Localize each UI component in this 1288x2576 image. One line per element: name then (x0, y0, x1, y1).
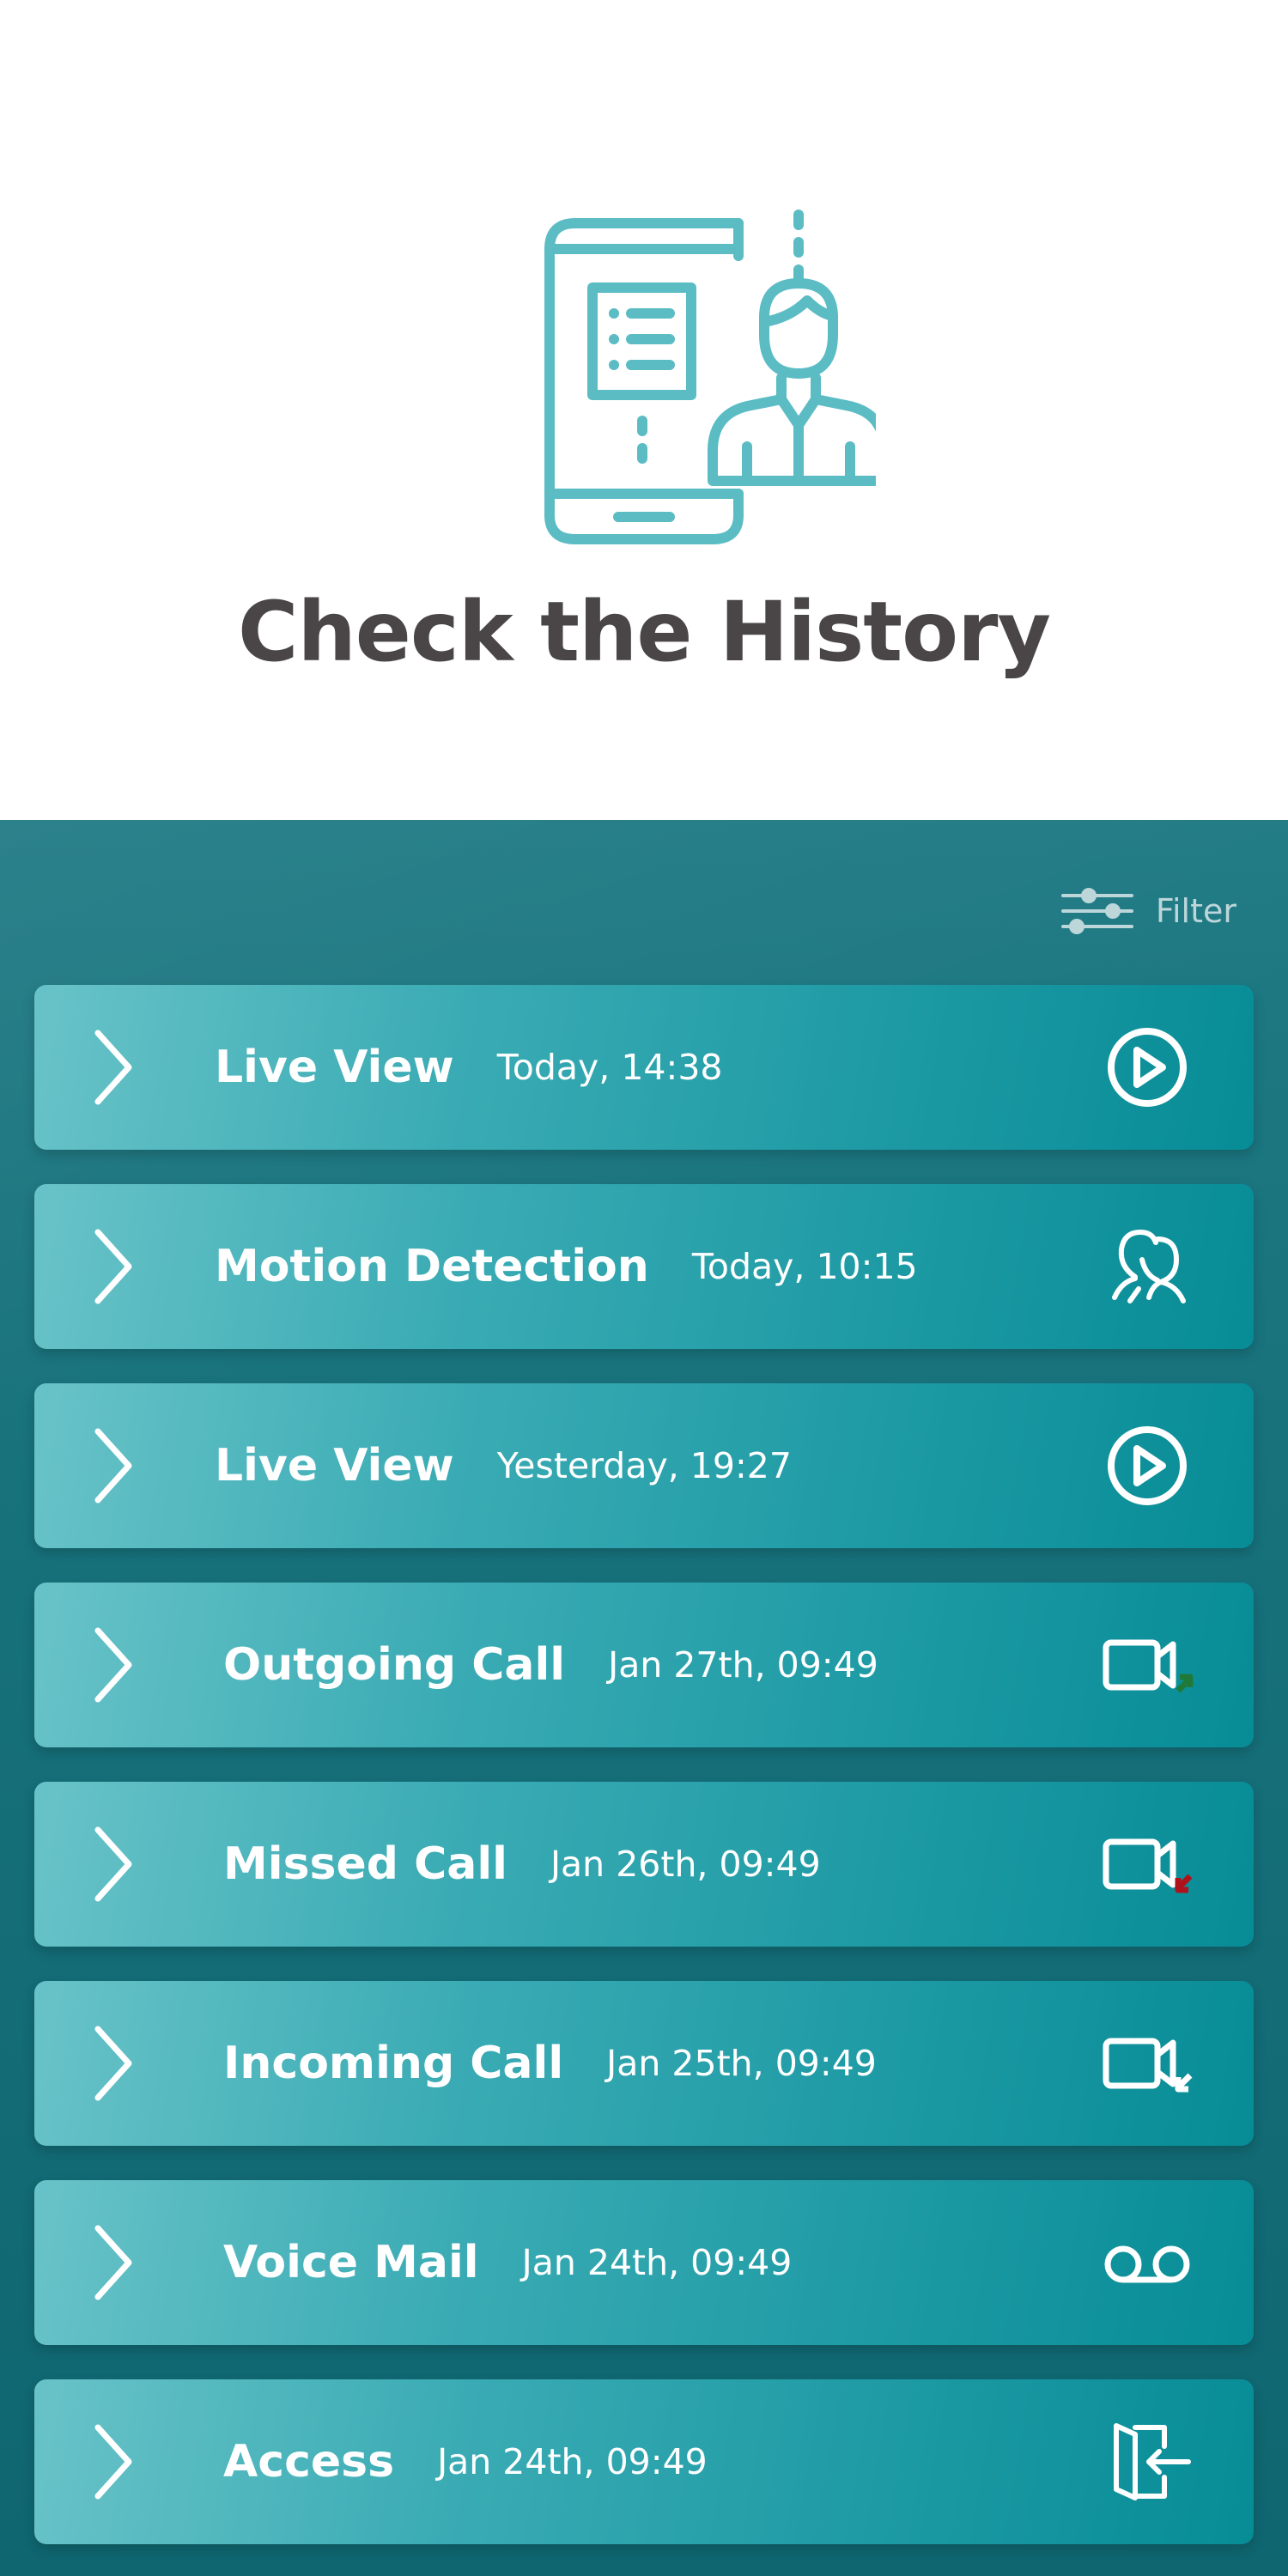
history-item-title: Motion Detection (215, 1241, 649, 1292)
chevron-right-icon (94, 1627, 132, 1703)
history-item-title: Outgoing Call (223, 1639, 566, 1691)
history-item-title: Incoming Call (223, 2038, 564, 2089)
filter-button[interactable]: Filter (1060, 885, 1236, 937)
chevron-right-icon (94, 2424, 132, 2500)
video-call-missed-icon (1103, 1838, 1193, 1893)
video-call-outgoing-icon (1103, 1639, 1194, 1693)
history-item-title: Missed Call (223, 1838, 507, 1890)
door-enter-icon (1114, 2423, 1191, 2500)
sliders-icon (1060, 888, 1133, 934)
history-item-title: Live View (215, 1042, 454, 1093)
history-item-outgoing-call[interactable]: Outgoing Call Jan 27th, 09:49 (34, 1583, 1254, 1747)
motion-person-icon (1112, 1230, 1186, 1303)
history-item-time: Yesterday, 19:27 (496, 1445, 792, 1486)
chevron-right-icon (94, 2225, 132, 2300)
history-item-live-view[interactable]: Live View Yesterday, 19:27 (34, 1383, 1254, 1548)
chevron-right-icon (94, 1229, 132, 1304)
history-list: Live View Today, 14:38 Motion Detection … (34, 985, 1254, 2576)
history-item-motion-detection[interactable]: Motion Detection Today, 10:15 (34, 1184, 1254, 1349)
chevron-right-icon (94, 1826, 132, 1902)
play-circle-icon (1108, 1426, 1187, 1505)
history-item-missed-call[interactable]: Missed Call Jan 26th, 09:49 (34, 1782, 1254, 1947)
chevron-right-icon (94, 2026, 132, 2101)
history-item-incoming-call[interactable]: Incoming Call Jan 25th, 09:49 (34, 1981, 1254, 2146)
history-item-time: Jan 24th, 09:49 (521, 2242, 793, 2283)
history-item-time: Today, 10:15 (691, 1246, 918, 1287)
history-item-time: Today, 14:38 (496, 1047, 723, 1088)
history-item-live-view[interactable]: Live View Today, 14:38 (34, 985, 1254, 1150)
history-item-title: Access (223, 2436, 395, 2488)
chevron-right-icon (94, 1030, 132, 1105)
hero-section: Check the History (0, 0, 1288, 820)
history-item-voice-mail[interactable]: Voice Mail Jan 24th, 09:49 (34, 2180, 1254, 2345)
video-call-incoming-icon (1103, 2038, 1193, 2093)
history-panel: Filter Live View Today, 14:38 Motion Det… (0, 820, 1288, 2576)
phone-with-user-profile-icon (544, 210, 876, 544)
history-item-title: Voice Mail (223, 2237, 479, 2288)
history-item-time: Jan 26th, 09:49 (550, 1844, 821, 1885)
play-circle-icon (1108, 1028, 1187, 1107)
history-item-time: Jan 24th, 09:49 (437, 2441, 708, 2482)
page-title: Check the History (238, 584, 1051, 680)
voicemail-icon (1104, 2245, 1190, 2283)
history-item-access[interactable]: Access Jan 24th, 09:49 (34, 2379, 1254, 2544)
filter-label: Filter (1155, 892, 1236, 930)
history-item-title: Live View (215, 1440, 454, 1492)
chevron-right-icon (94, 1428, 132, 1504)
history-item-time: Jan 27th, 09:49 (608, 1644, 878, 1686)
history-item-time: Jan 25th, 09:49 (606, 2043, 877, 2084)
